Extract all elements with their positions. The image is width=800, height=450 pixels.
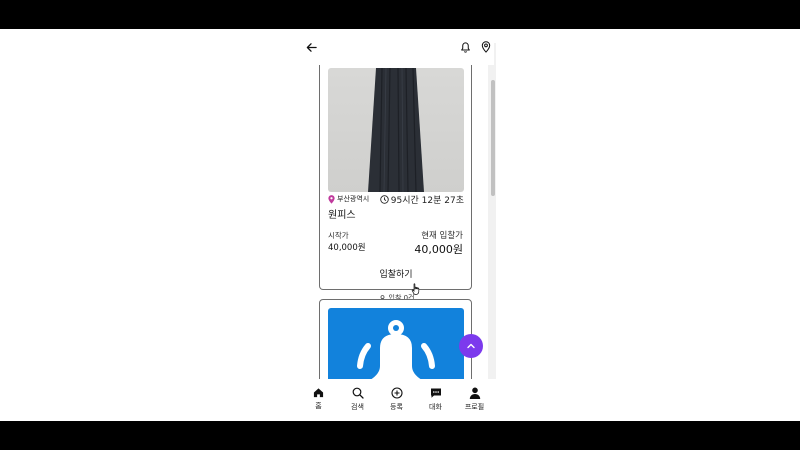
arrow-left-icon [306,42,317,52]
location-label: 부산광역시 [328,194,369,204]
location-text: 부산광역시 [337,195,370,203]
nav-label: 검색 [351,403,364,411]
listing-meta: 부산광역시 95시간 12분 27초 [328,194,464,206]
time-left-text: 95시간 12분 27초 [390,196,464,206]
search-icon [352,387,364,399]
browser-viewport: 부산광역시 95시간 12분 27초 원피스 시작가 40,000원 현재 입찰… [0,29,800,421]
clock-icon [380,195,389,204]
product-photo[interactable] [328,68,464,192]
scroll-to-top-button[interactable] [459,334,483,358]
letterbox-top [0,0,800,29]
nav-item-profile[interactable]: 프로필 [457,379,493,421]
location-button[interactable] [477,38,494,56]
nav-item-chat[interactable]: 대화 [418,379,454,421]
listing-title: 원피스 [328,210,356,221]
nav-item-home[interactable]: 홈 [301,379,337,421]
nav-label: 프로필 [464,403,485,411]
mobile-app: 부산광역시 95시간 12분 27초 원피스 시작가 40,000원 현재 입찰… [299,29,494,421]
bell-icon [460,42,470,53]
bid-button[interactable]: 입찰하기 [328,264,464,286]
chat-icon [430,388,441,398]
home-icon [313,388,324,398]
plus-circle-icon [390,387,403,399]
current-bid-label: 현재 입찰가 [421,231,463,241]
auction-card[interactable]: 부산광역시 95시간 12분 27초 원피스 시작가 40,000원 현재 입찰… [319,53,472,302]
map-pin-icon [481,41,491,53]
notification-button[interactable] [456,38,474,56]
bottom-nav: 홈 검색 등록 대화 프로필 [299,379,494,421]
nav-label: 등록 [390,403,403,411]
back-button[interactable] [302,38,320,56]
hand-cursor-icon [411,283,420,295]
location-pin-icon [328,194,335,204]
nav-label: 대화 [429,403,442,411]
nav-label: 홈 [315,402,322,410]
app-header [299,29,494,65]
start-price-label: 시작가 [328,231,349,240]
letterbox-bottom [0,421,800,450]
user-icon [469,387,480,399]
dress-image [368,68,424,192]
chevron-up-icon [467,343,475,349]
nav-item-search[interactable]: 검색 [340,379,376,421]
time-left: 95시간 12분 27초 [380,193,464,206]
scrollbar-thumb[interactable] [491,80,495,196]
nav-item-register[interactable]: 등록 [379,379,415,421]
start-price-value: 40,000원 [328,243,366,253]
current-bid-value: 40,000원 [414,243,463,256]
